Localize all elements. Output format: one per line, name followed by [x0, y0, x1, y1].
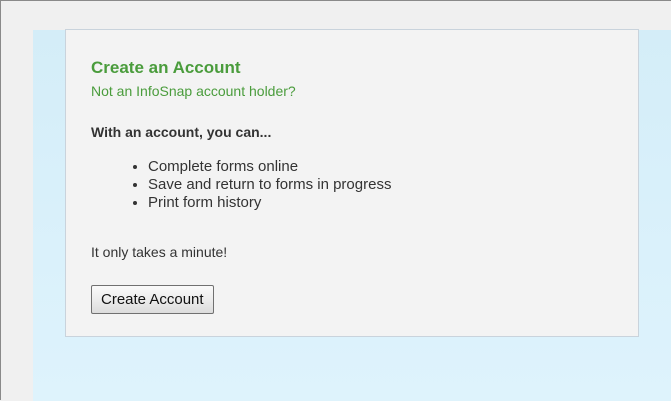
benefits-lead: With an account, you can... [91, 124, 272, 140]
panel-subtitle: Not an InfoSnap account holder? [91, 83, 296, 99]
time-note: It only takes a minute! [91, 244, 228, 260]
panel-title: Create an Account [91, 58, 241, 77]
create-account-panel: Create an Account Not an InfoSnap accoun… [65, 29, 639, 337]
page-frame: Create an Account Not an InfoSnap accoun… [0, 0, 671, 401]
list-item: Print form history [148, 194, 391, 212]
list-item: Complete forms online [148, 158, 391, 176]
list-item: Save and return to forms in progress [148, 176, 391, 194]
create-account-button[interactable]: Create Account [91, 285, 214, 314]
benefits-list: Complete forms online Save and return to… [110, 158, 391, 212]
